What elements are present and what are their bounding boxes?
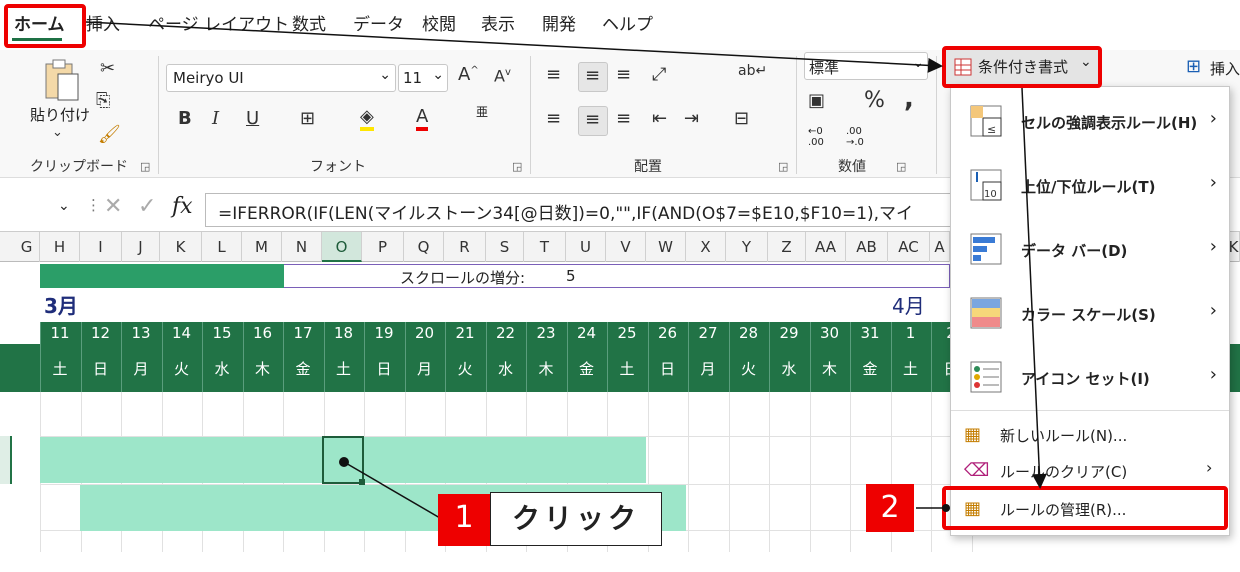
step-badge-1: 1	[438, 494, 490, 546]
click-callout: クリック	[490, 492, 662, 546]
annotation-arrows	[85, 21, 1047, 519]
step-badge-2: 2	[866, 484, 914, 532]
